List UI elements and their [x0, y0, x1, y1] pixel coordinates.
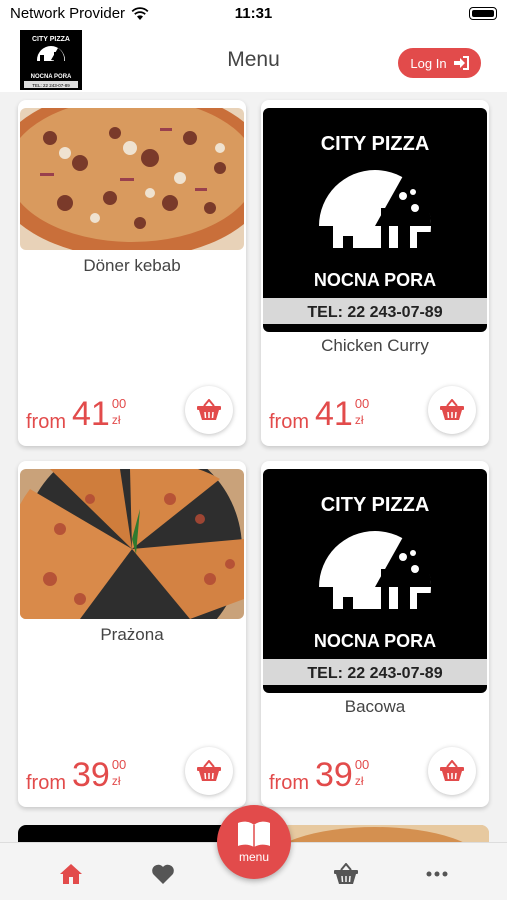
svg-text:TEL: 22 243-07-89: TEL: 22 243-07-89: [307, 304, 442, 321]
basket-icon: [197, 760, 221, 781]
price-currency: zł: [354, 413, 364, 427]
pizza-photo: [20, 469, 244, 619]
item-price: from 41 00 zł: [26, 397, 126, 434]
item-name: Döner kebab: [83, 256, 181, 275]
price-integer: 39: [315, 756, 353, 794]
menu-item-card[interactable]: CITY PIZZA NOCNA PORA TEL: 22 243-07-89 …: [261, 461, 489, 807]
basket-icon: [440, 399, 464, 420]
menu-button-label: menu: [238, 850, 270, 864]
basket-icon: [334, 863, 358, 884]
price-fraction-wrap: 00 zł: [111, 757, 127, 789]
basket-icon: [197, 399, 221, 420]
item-price: from 39 00 zł: [269, 758, 369, 795]
price-fraction-wrap: 00 zł: [354, 757, 370, 789]
svg-text:CITY PIZZA: CITY PIZZA: [321, 133, 430, 155]
price-prefix: from: [26, 772, 66, 794]
menu-item-card[interactable]: Prażona from 39 00 zł: [18, 461, 246, 807]
svg-text:CITY PIZZA: CITY PIZZA: [32, 36, 70, 43]
svg-text:NOCNA PORA: NOCNA PORA: [314, 270, 436, 290]
heart-icon: [152, 864, 174, 884]
nav-basket[interactable]: [331, 861, 361, 887]
status-bar: Network Provider 11:31: [0, 0, 507, 28]
price-fraction-wrap: 00 zł: [354, 396, 370, 428]
price-decimal: 00: [111, 396, 127, 411]
svg-text:NOCNA PORA: NOCNA PORA: [31, 74, 72, 80]
price-currency: zł: [111, 774, 121, 788]
add-to-basket-button[interactable]: [185, 747, 233, 795]
sign-in-icon: [453, 56, 469, 70]
menu-button[interactable]: menu: [217, 805, 291, 879]
clock: 11:31: [234, 5, 273, 22]
item-price: from 39 00 zł: [26, 758, 126, 795]
battery-icon: [469, 7, 497, 20]
price-decimal: 00: [354, 396, 370, 411]
basket-icon: [440, 760, 464, 781]
book-icon: [238, 821, 270, 847]
svg-text:TEL: 22 243-07-89: TEL: 22 243-07-89: [307, 665, 442, 682]
item-price: from 41 00 zł: [269, 397, 369, 434]
city-pizza-logo-image: CITY PIZZA NOCNA PORA TEL: 22 243-07-89: [263, 108, 487, 332]
nav-favorites[interactable]: [148, 861, 178, 887]
price-decimal: 00: [354, 757, 370, 772]
svg-text:CITY PIZZA: CITY PIZZA: [321, 494, 430, 516]
add-to-basket-button[interactable]: [428, 386, 476, 434]
pizza-photo: [20, 108, 244, 250]
price-prefix: from: [269, 411, 309, 433]
item-name: Prażona: [100, 625, 164, 644]
app-header: CITY PIZZA NOCNA PORA TEL: 22 243-07-89 …: [0, 28, 507, 92]
item-name: Bacowa: [344, 697, 406, 716]
more-icon: [426, 871, 448, 877]
login-button[interactable]: Log In: [398, 48, 481, 78]
home-icon: [60, 864, 82, 884]
price-currency: zł: [111, 413, 121, 427]
price-currency: zł: [354, 774, 364, 788]
price-integer: 41: [315, 395, 353, 433]
price-prefix: from: [269, 772, 309, 794]
city-pizza-logo-image: CITY PIZZA NOCNA PORA TEL: 22 243-07-89: [263, 469, 487, 693]
menu-item-card[interactable]: CITY PIZZA NOCNA PORA TEL: 22 243-07-89 …: [261, 100, 489, 446]
add-to-basket-button[interactable]: [185, 386, 233, 434]
menu-item-card[interactable]: Döner kebab from 41 00 zł: [18, 100, 246, 446]
price-integer: 39: [72, 756, 110, 794]
price-fraction-wrap: 00 zł: [111, 396, 127, 428]
svg-text:NOCNA PORA: NOCNA PORA: [314, 631, 436, 651]
login-label: Log In: [410, 55, 447, 71]
svg-text:TEL: 22 243-07-89: TEL: 22 243-07-89: [32, 83, 70, 88]
nav-home[interactable]: [56, 861, 86, 887]
price-integer: 41: [72, 395, 110, 433]
item-name: Chicken Curry: [321, 336, 429, 355]
add-to-basket-button[interactable]: [428, 747, 476, 795]
price-prefix: from: [26, 411, 66, 433]
price-decimal: 00: [111, 757, 127, 772]
nav-more[interactable]: [422, 861, 452, 887]
